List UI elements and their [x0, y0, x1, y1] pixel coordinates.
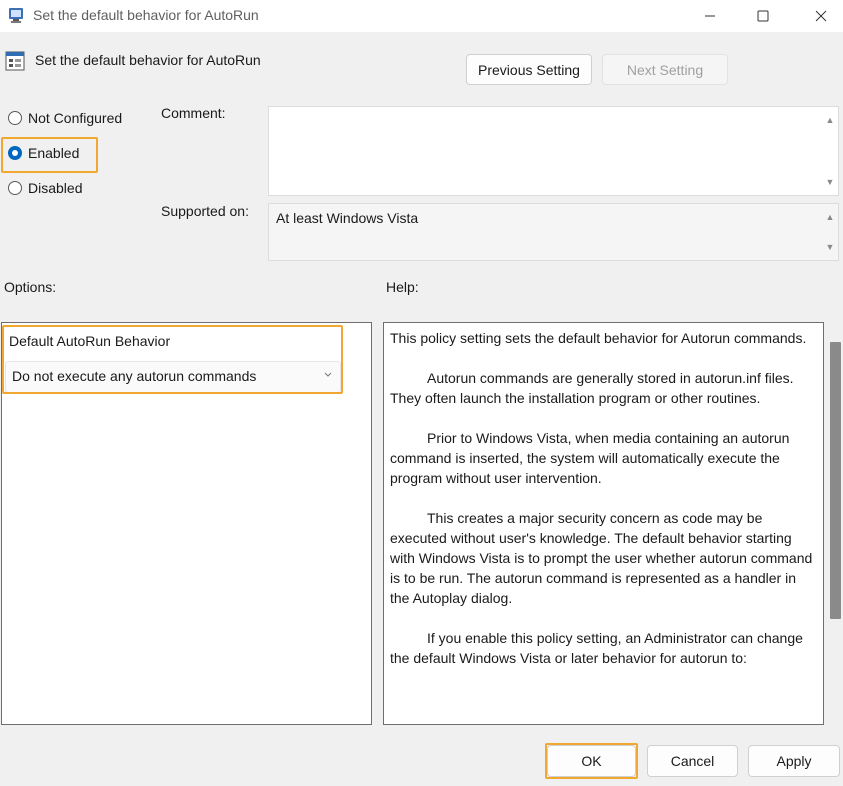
cancel-button[interactable]: Cancel — [647, 745, 738, 777]
radio-label: Disabled — [28, 180, 83, 196]
radio-circle — [8, 181, 22, 195]
help-paragraph: If you enable this policy setting, an Ad… — [390, 630, 803, 666]
setting-title: Set the default behavior for AutoRun — [35, 52, 261, 68]
maximize-icon — [757, 10, 768, 22]
supported-on-label: Supported on: — [161, 203, 249, 219]
scroll-down-icon[interactable]: ▼ — [825, 177, 835, 187]
minimize-button[interactable] — [687, 0, 732, 32]
comment-field[interactable]: ▲ ▼ — [268, 106, 839, 196]
ok-highlight — [545, 743, 638, 779]
radio-not-configured[interactable]: Not Configured — [8, 110, 122, 126]
help-panel: This policy setting sets the default beh… — [383, 322, 824, 725]
help-paragraph: This creates a major security concern as… — [390, 510, 813, 606]
supported-on-value: At least Windows Vista — [276, 210, 419, 226]
help-paragraph: This policy setting sets the default beh… — [390, 330, 807, 346]
close-button[interactable] — [798, 0, 843, 32]
radio-circle — [8, 111, 22, 125]
apply-button[interactable]: Apply — [748, 745, 840, 777]
scrollbar-thumb[interactable] — [830, 342, 841, 619]
comment-label: Comment: — [161, 105, 226, 121]
next-setting-button[interactable]: Next Setting — [602, 54, 728, 85]
scroll-down-icon[interactable]: ▼ — [825, 242, 835, 252]
scroll-up-icon[interactable]: ▲ — [825, 212, 835, 222]
radio-disabled[interactable]: Disabled — [8, 180, 82, 196]
policy-app-icon — [8, 6, 26, 24]
policy-setting-icon — [5, 51, 25, 71]
supported-on-field: At least Windows Vista ▲ ▼ — [268, 203, 839, 261]
maximize-button[interactable] — [740, 0, 785, 32]
scroll-up-icon[interactable]: ▲ — [825, 115, 835, 125]
help-text: This policy setting sets the default beh… — [390, 328, 815, 688]
help-scrollbar[interactable] — [828, 322, 843, 725]
help-paragraph: Prior to Windows Vista, when media conta… — [390, 430, 790, 486]
options-label: Options: — [4, 279, 57, 295]
window-title: Set the default behavior for AutoRun — [33, 7, 259, 23]
title-bar: Set the default behavior for AutoRun — [0, 0, 843, 32]
previous-setting-button[interactable]: Previous Setting — [466, 54, 592, 85]
enabled-highlight — [1, 137, 98, 173]
minimize-icon — [704, 15, 715, 17]
help-label: Help: — [386, 279, 419, 295]
radio-label: Not Configured — [28, 110, 123, 126]
options-highlight — [2, 325, 343, 394]
close-icon — [815, 10, 826, 22]
help-paragraph: Autorun commands are generally stored in… — [390, 370, 794, 406]
